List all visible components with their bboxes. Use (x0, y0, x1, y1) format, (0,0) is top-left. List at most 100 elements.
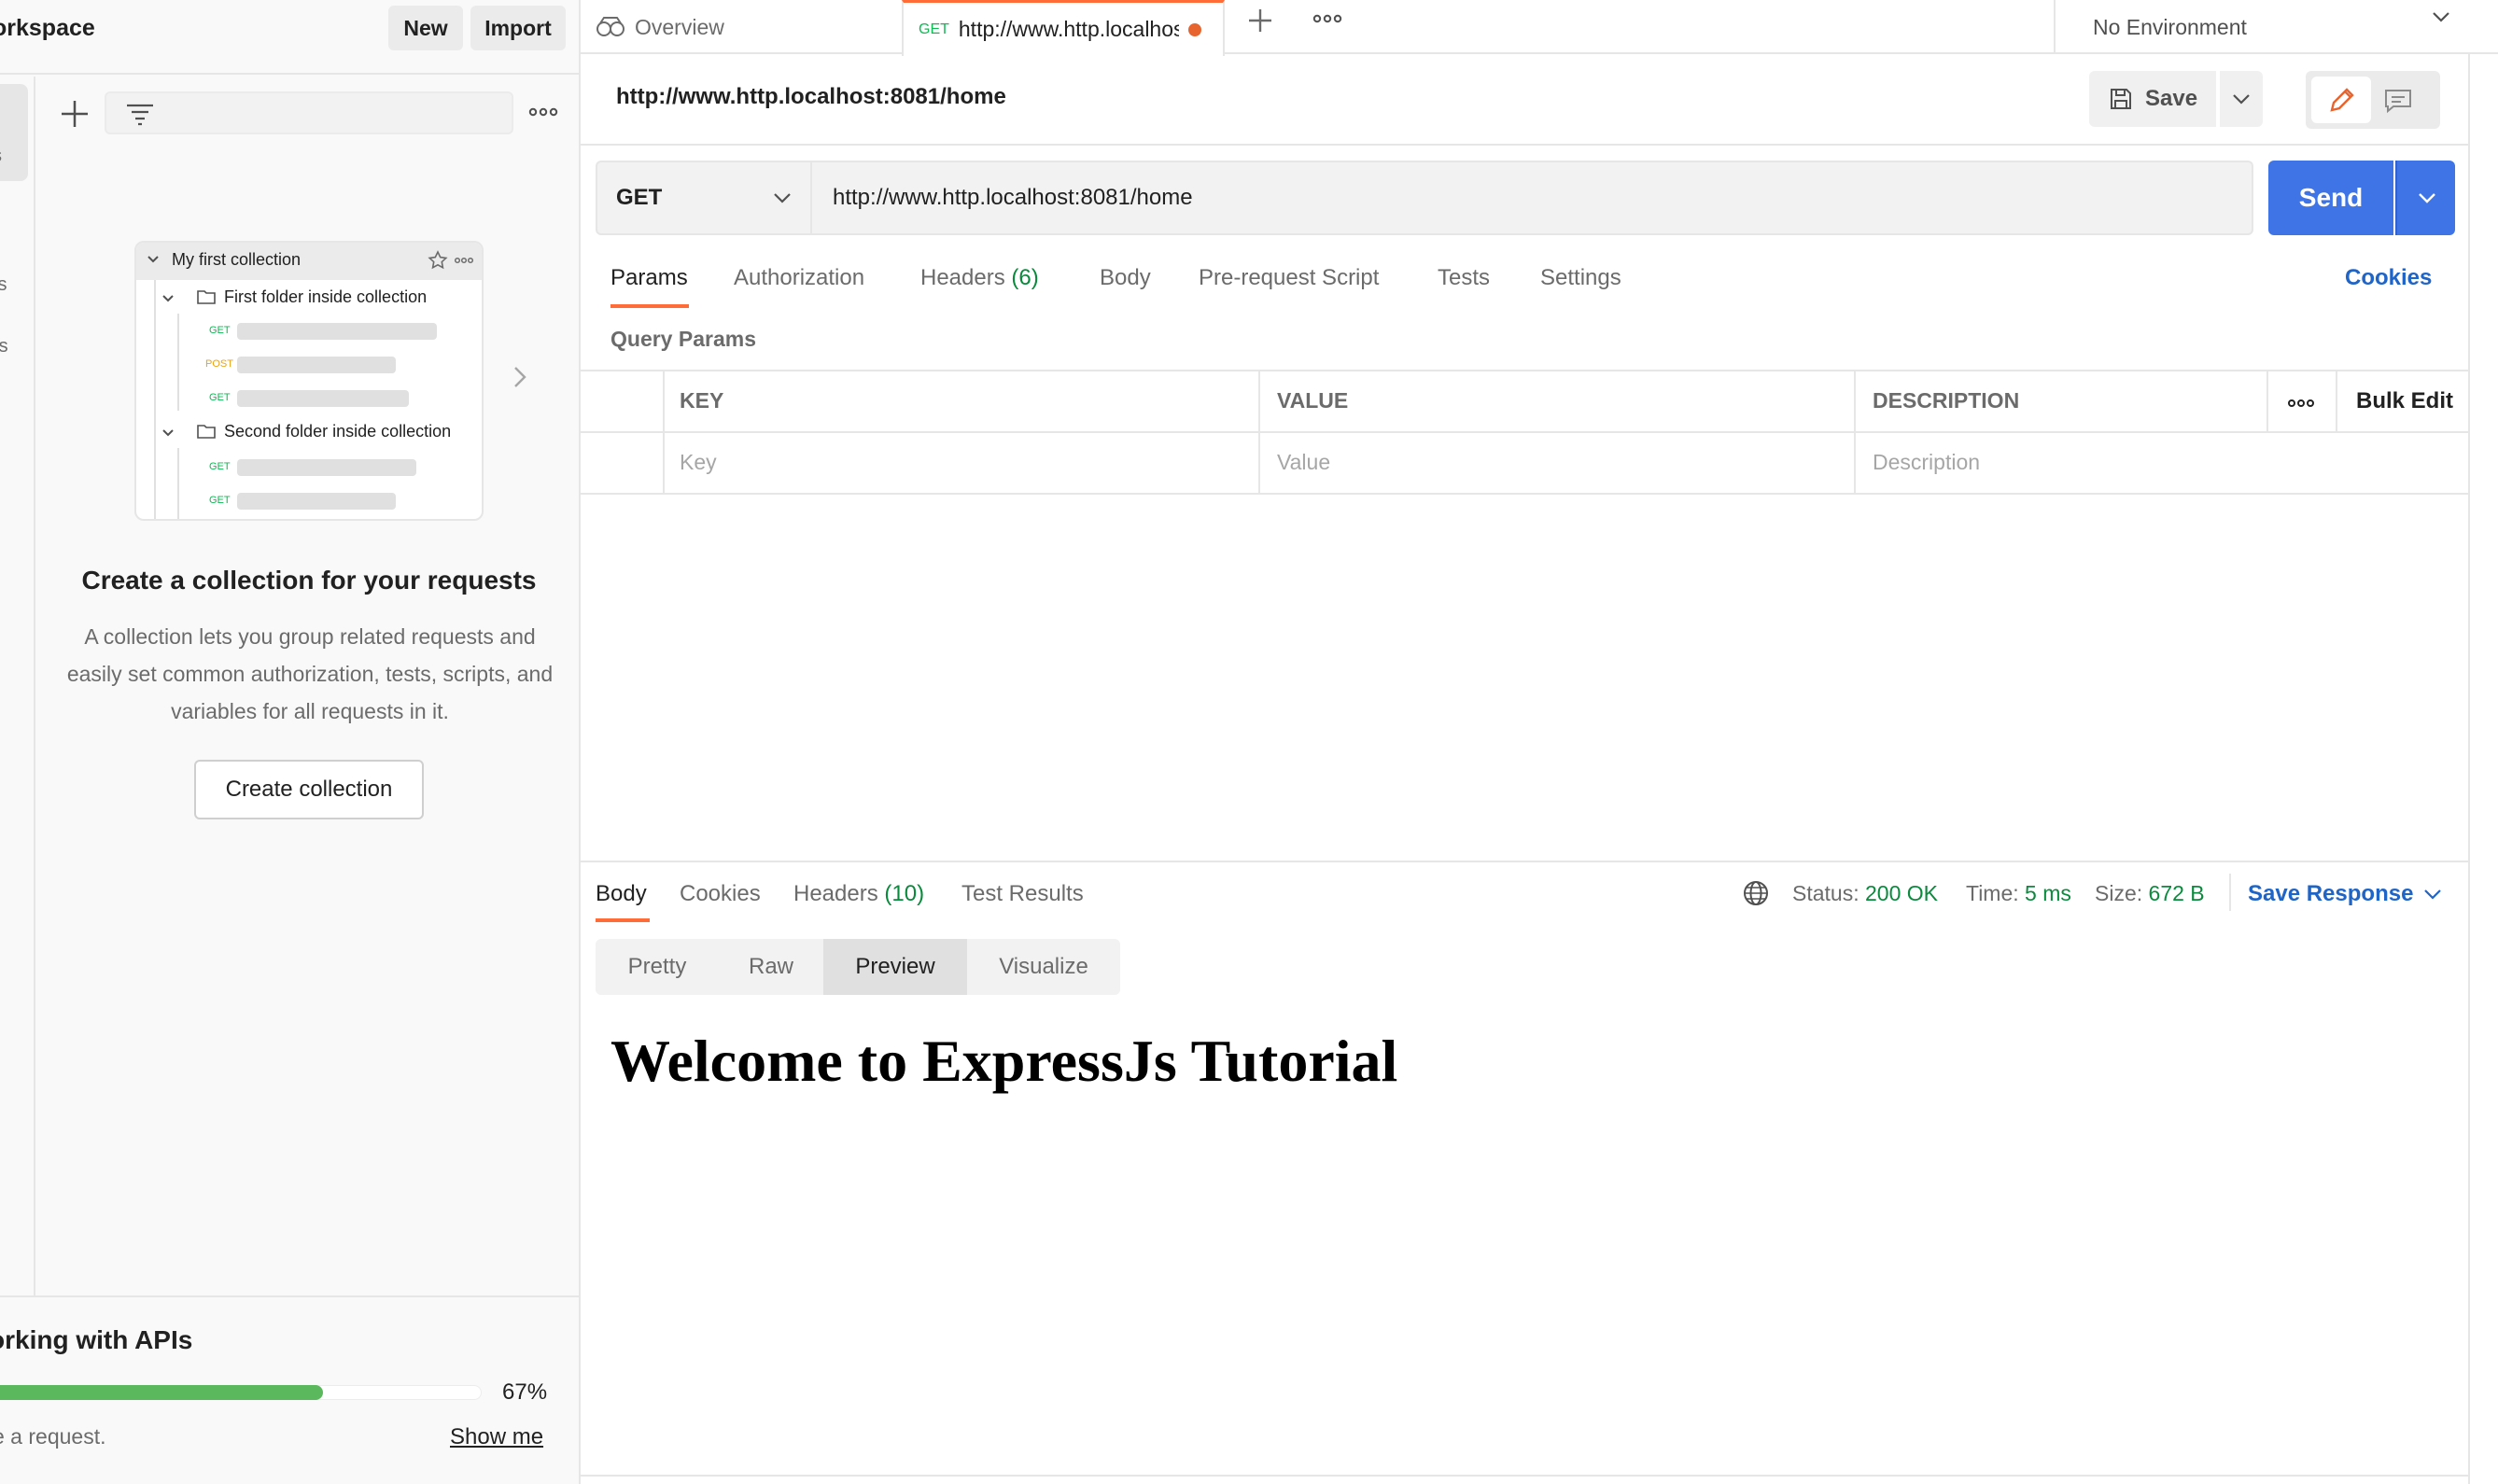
tab-pre-request-script[interactable]: Pre-request Script (1199, 265, 1379, 291)
response-tab-body[interactable]: Body (596, 881, 647, 907)
chevron-down-icon[interactable] (2429, 7, 2453, 26)
key-input[interactable]: Key (680, 450, 717, 475)
empty-state-title: Create a collection for your requests (81, 566, 537, 595)
active-tab-indicator (610, 304, 689, 308)
more-options-icon[interactable] (2287, 398, 2315, 409)
response-time: Time: 5 ms (1966, 881, 2071, 906)
response-size: Size: 672 B (2095, 881, 2205, 906)
column-divider (2336, 371, 2337, 431)
tab-settings[interactable]: Settings (1540, 265, 1621, 291)
workspace-title: orkspace (0, 15, 95, 41)
divider (581, 144, 2470, 146)
status-label: Status: (1792, 881, 1859, 905)
response-view-selector: Pretty Raw Preview Visualize (596, 939, 1120, 995)
chevron-right-icon[interactable] (510, 364, 530, 390)
divider (581, 1475, 2470, 1477)
environment-label: No Environment (2093, 14, 2247, 39)
globe-icon[interactable] (1742, 879, 1770, 907)
divider (2468, 54, 2470, 1484)
size-value: 672 B (2148, 881, 2205, 905)
filter-icon[interactable] (125, 103, 155, 127)
view-raw-button[interactable]: Raw (719, 939, 823, 995)
comment-icon[interactable] (2382, 88, 2414, 114)
tab-more-options-icon[interactable] (1312, 13, 1342, 24)
column-divider (663, 371, 665, 493)
column-divider (1854, 371, 1856, 493)
url-input[interactable] (812, 161, 2253, 235)
query-params-title: Query Params (610, 327, 756, 351)
description-input[interactable]: Description (1873, 450, 1980, 475)
divider (2229, 874, 2231, 911)
save-options-dropdown[interactable] (2220, 71, 2263, 127)
mode-toggle[interactable] (2306, 71, 2440, 129)
tab-authorization[interactable]: Authorization (734, 265, 864, 291)
response-divider[interactable] (581, 861, 2470, 862)
response-tab-headers-count: (10) (884, 881, 925, 906)
sidebar-rail-item-active[interactable] (0, 84, 28, 181)
chevron-down-icon (146, 254, 161, 265)
chevron-down-icon[interactable] (771, 187, 793, 209)
collection-filter-input[interactable] (105, 91, 513, 134)
chevron-down-icon (161, 293, 175, 304)
tab-overview-label: Overview (635, 14, 724, 39)
tab-request-active[interactable]: GET http://www.http.localhost:8081/home (902, 0, 1225, 56)
placeholder-bar (237, 357, 396, 373)
tree-line (154, 280, 156, 519)
save-response-button[interactable]: Save Response (2248, 881, 2413, 907)
sidebar: orkspace New Import s ts rs My first col… (0, 0, 581, 1484)
method-badge-get: GET (209, 325, 231, 336)
tab-overview[interactable]: Overview (596, 0, 919, 54)
response-preview-heading: Welcome to ExpressJs Tutorial (610, 1028, 1398, 1094)
sidebar-rail: s ts rs (0, 77, 35, 1295)
onboarding-progress-fill (0, 1385, 323, 1400)
collection-illustration: My first collection First folder inside … (134, 241, 484, 521)
sidebar-rail-label[interactable]: rs (0, 336, 8, 357)
send-options-dropdown[interactable] (2395, 161, 2455, 235)
cookies-link[interactable]: Cookies (2345, 265, 2432, 291)
time-value: 5 ms (2025, 881, 2071, 905)
more-options-icon (454, 257, 474, 264)
bulk-edit-button[interactable]: Bulk Edit (2356, 388, 2453, 414)
method-badge-post: POST (205, 358, 233, 370)
sidebar-rail-label[interactable]: ts (0, 274, 7, 296)
response-tab-headers[interactable]: Headers (10) (793, 881, 924, 907)
plus-icon[interactable] (58, 97, 91, 131)
new-button[interactable]: New (388, 6, 463, 50)
placeholder-bar (237, 323, 437, 340)
create-collection-button[interactable]: Create collection (194, 760, 424, 819)
chevron-down-icon[interactable] (2421, 883, 2444, 905)
tab-params[interactable]: Params (610, 265, 688, 291)
view-visualize-button[interactable]: Visualize (967, 939, 1120, 995)
placeholder-bar (237, 459, 416, 476)
new-tab-plus-icon[interactable] (1245, 6, 1275, 35)
sidebar-rail-label[interactable]: s (0, 146, 2, 167)
tab-headers-count: (6) (1011, 265, 1039, 290)
value-input[interactable]: Value (1277, 450, 1330, 475)
tab-tests[interactable]: Tests (1438, 265, 1490, 291)
status-value: 200 OK (1865, 881, 1938, 905)
unsaved-dot-icon (1187, 22, 1201, 36)
response-tab-cookies[interactable]: Cookies (680, 881, 761, 907)
table-header-row: KEY VALUE DESCRIPTION Bulk Edit (581, 371, 2470, 433)
column-header-key: KEY (680, 388, 724, 413)
view-pretty-button[interactable]: Pretty (596, 939, 719, 995)
tree-line (177, 314, 179, 411)
save-icon (2108, 86, 2134, 112)
onboarding-task-text: e a request. (0, 1424, 106, 1449)
query-params-table: KEY VALUE DESCRIPTION Bulk Edit Key Valu… (581, 370, 2470, 495)
request-title[interactable]: http://www.http.localhost:8081/home (616, 84, 1006, 110)
folder-icon (196, 422, 217, 441)
tab-body[interactable]: Body (1100, 265, 1151, 291)
import-button[interactable]: Import (470, 6, 566, 50)
more-options-icon[interactable] (528, 106, 558, 118)
view-preview-button[interactable]: Preview (823, 939, 967, 995)
send-button[interactable]: Send (2268, 161, 2393, 235)
response-tab-test-results[interactable]: Test Results (961, 881, 1084, 907)
show-me-link[interactable]: Show me (450, 1424, 543, 1450)
save-button[interactable]: Save (2089, 71, 2216, 127)
tab-request-url: http://www.http.localhost:8081/home (958, 17, 1179, 41)
active-tab-indicator (596, 918, 650, 922)
illustration-folder-name: Second folder inside collection (224, 422, 452, 441)
tab-headers[interactable]: Headers (6) (920, 265, 1039, 291)
edit-mode-button[interactable] (2311, 77, 2371, 123)
